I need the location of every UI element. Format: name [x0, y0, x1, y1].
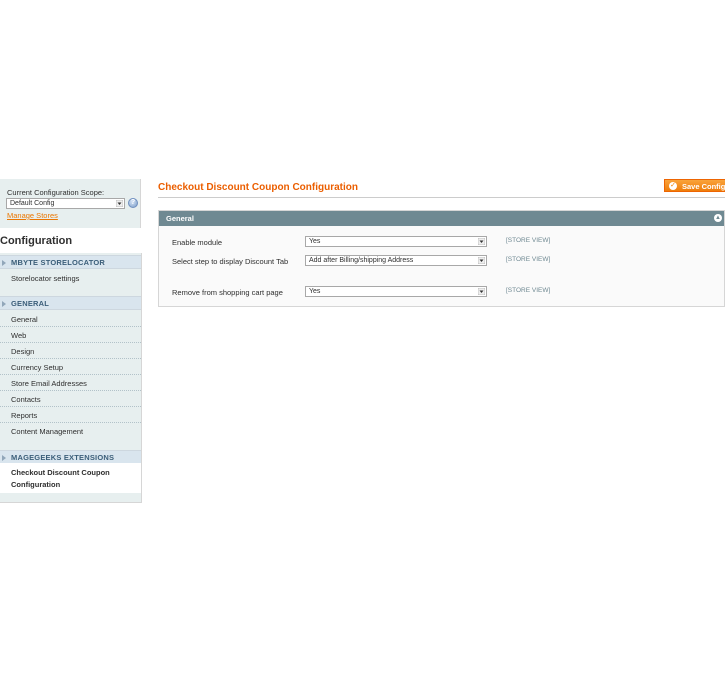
- tab-label: Design: [11, 347, 35, 356]
- field-label: Enable module: [172, 238, 223, 247]
- tab-general[interactable]: General: [0, 311, 141, 327]
- tab-content-management[interactable]: Content Management: [0, 423, 141, 439]
- tab-group-label: GENERAL: [11, 299, 50, 308]
- tab-label: General: [11, 315, 38, 324]
- scope-select[interactable]: Default Config: [6, 198, 125, 209]
- select-value: Add after Billing/shipping Address: [309, 257, 414, 264]
- triangle-right-icon: [2, 301, 6, 307]
- page-title: Checkout Discount Coupon Configuration: [158, 182, 358, 193]
- select-value: Yes: [309, 288, 321, 295]
- tab-label: Content Management: [11, 427, 84, 436]
- tab-store-email-addresses[interactable]: Store Email Addresses: [0, 375, 141, 391]
- store-view-scope-tag: [STORE VIEW]: [506, 256, 551, 263]
- tab-checkout-discount-coupon-configuration[interactable]: Checkout Discount Coupon Configuration: [0, 463, 141, 493]
- save-config-label: Save Config: [682, 182, 725, 191]
- tab-label: Reports: [11, 411, 38, 420]
- tab-group-label: MBYTE STORELOCATOR: [11, 258, 106, 267]
- triangle-right-icon: [2, 260, 6, 266]
- chevron-down-icon: [478, 288, 485, 295]
- chevron-down-icon: [478, 238, 485, 245]
- store-view-scope-tag: [STORE VIEW]: [506, 237, 551, 244]
- manage-stores-link[interactable]: Manage Stores: [7, 211, 58, 220]
- field-label: Select step to display Discount Tab: [172, 257, 289, 266]
- remove-from-cart-select[interactable]: Yes: [305, 286, 487, 297]
- tab-storelocator-settings[interactable]: Storelocator settings: [0, 270, 141, 286]
- checkmark-icon: ✓: [669, 182, 677, 190]
- chevron-down-icon: [116, 200, 123, 207]
- config-section-general: General ▲ Enable module Yes [STORE VIEW]…: [158, 210, 725, 307]
- tab-web[interactable]: Web: [0, 327, 141, 343]
- tab-label: Contacts: [11, 395, 41, 404]
- section-header[interactable]: General ▲: [159, 211, 724, 226]
- save-config-button[interactable]: ✓ Save Config: [664, 179, 725, 192]
- chevron-down-icon: [478, 257, 485, 264]
- tab-label: Storelocator settings: [11, 274, 80, 283]
- title-divider: [158, 197, 725, 198]
- tab-reports[interactable]: Reports: [0, 407, 141, 423]
- tab-currency-setup[interactable]: Currency Setup: [0, 359, 141, 375]
- enable-module-select[interactable]: Yes: [305, 236, 487, 247]
- tab-group-label: MAGEGEEKS EXTENSIONS: [11, 453, 115, 462]
- field-label: Remove from shopping cart page: [172, 288, 283, 297]
- select-value: Yes: [309, 238, 321, 245]
- scope-select-value: Default Config: [10, 200, 55, 207]
- discount-tab-step-select[interactable]: Add after Billing/shipping Address: [305, 255, 487, 266]
- tab-label: Currency Setup: [11, 363, 64, 372]
- scope-label: Current Configuration Scope:: [7, 188, 105, 197]
- tab-label: Checkout Discount Coupon Configuration: [11, 468, 110, 489]
- help-icon[interactable]: ?: [128, 198, 138, 208]
- tab-label: Store Email Addresses: [11, 379, 87, 388]
- tab-group-general[interactable]: GENERAL: [0, 296, 141, 310]
- tab-group-magegeeks-extensions[interactable]: MAGEGEEKS EXTENSIONS: [0, 450, 141, 464]
- triangle-right-icon: [2, 455, 6, 461]
- tab-design[interactable]: Design: [0, 343, 141, 359]
- section-title: General: [166, 214, 194, 223]
- store-view-scope-tag: [STORE VIEW]: [506, 287, 551, 294]
- tab-group-mbyte-storelocator[interactable]: MBYTE STORELOCATOR: [0, 255, 141, 269]
- tab-label: Web: [11, 331, 27, 340]
- sidebar-title: Configuration: [0, 235, 73, 247]
- collapse-icon[interactable]: ▲: [714, 214, 722, 222]
- tab-contacts[interactable]: Contacts: [0, 391, 141, 407]
